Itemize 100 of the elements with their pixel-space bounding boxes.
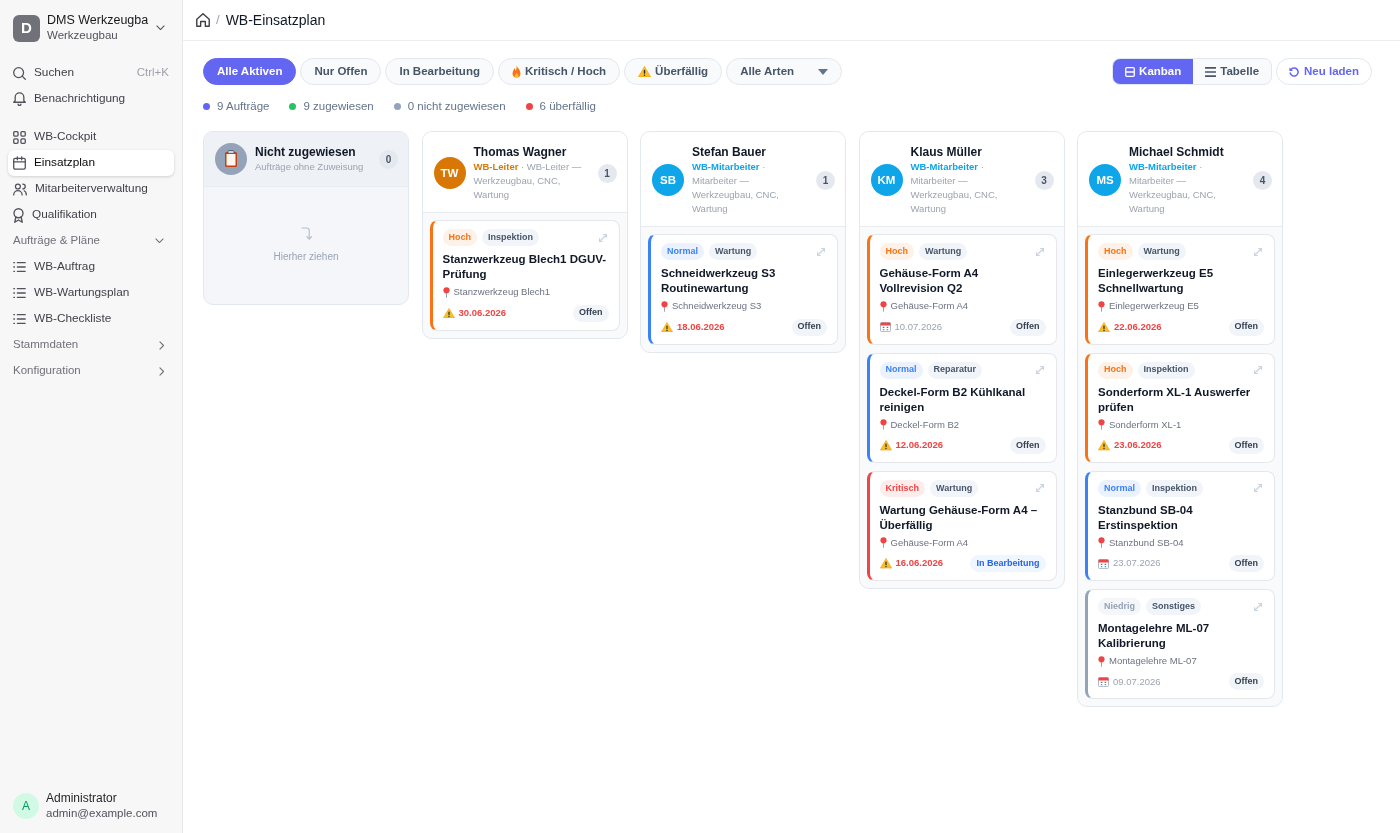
task-card[interactable]: Hoch Wartung Einlegerwerkzeug E5 Schnellwartung Einlegerwerkzeug E5 22.06.2026 Offen xyxy=(1085,234,1275,345)
home-icon[interactable] xyxy=(196,13,210,27)
person-name: Klaus Müller xyxy=(910,144,982,161)
pin-icon xyxy=(879,537,887,549)
search-button[interactable]: Suchen Ctrl+K xyxy=(8,60,174,86)
pin-icon xyxy=(879,300,887,312)
task-card[interactable]: Hoch Inspektion Stanzwerkzeug Blech1 DGUV-Prüfung Stanzwerkzeug Blech1 30.06.2026 Offen xyxy=(429,220,620,331)
initials-avatar: KM xyxy=(870,164,903,197)
nav-item[interactable]: WB-Checkliste xyxy=(8,306,174,332)
priority-badge: Hoch xyxy=(1098,361,1133,379)
panel-icon xyxy=(1125,66,1136,77)
list-icon xyxy=(13,314,26,324)
page-title: WB-Einsatzplan xyxy=(225,10,326,30)
person-name: Michael Schmidt xyxy=(1129,144,1224,161)
filter-chip[interactable]: Überfällig xyxy=(624,58,723,85)
task-title: Deckel-Form B2 Kühlkanal reinigen xyxy=(879,384,1027,415)
location-text: Sonderform XL-1 xyxy=(1109,417,1182,432)
nav-group[interactable]: Aufträge & Pläne xyxy=(8,228,174,254)
filter-chip[interactable]: Nur Offen xyxy=(300,58,382,85)
stat-text: 9 Aufträge xyxy=(217,99,270,114)
search-icon xyxy=(13,66,26,80)
chevron-right-icon[interactable] xyxy=(158,340,164,350)
nav-item[interactable]: WB-Cockpit xyxy=(8,124,174,150)
type-badge: Sonstiges xyxy=(1146,598,1202,615)
count-badge: 3 xyxy=(1034,170,1054,190)
chevron-right-icon[interactable] xyxy=(158,366,164,376)
task-card[interactable]: Normal Wartung Schneidwerkzeug S3 Routinewartung Schneidwerkzeug S3 18.06.2026 Offen xyxy=(648,234,838,345)
nav-item[interactable]: WB-Auftrag xyxy=(8,254,174,280)
nav-group[interactable]: Konfiguration xyxy=(8,358,174,384)
filter-chip[interactable]: In Bearbeitung xyxy=(385,58,494,85)
task-card[interactable]: Hoch Inspektion Sonderform XL-1 Auswerfer prüfen Sonderform XL-1 23.06.2026 Offen xyxy=(1085,352,1275,463)
task-card[interactable]: Niedrig Sonstiges Montagelehre ML-07 Kalibrierung Montagelehre ML-07 09.07.2026 Offen xyxy=(1085,589,1275,700)
nav-item[interactable]: Qualifikation xyxy=(8,202,174,228)
type-badge: Wartung xyxy=(709,243,758,261)
task-card[interactable]: Normal Inspektion Stanzbund SB-04 Erstinspektion Stanzbund SB-04 23.07.2026 Offen xyxy=(1085,470,1275,581)
workspace-subtitle: Werkzeugbau xyxy=(47,28,118,43)
filter-chip[interactable]: Kritisch / Hoch xyxy=(497,58,621,85)
task-title: Stanzwerkzeug Blech1 DGUV-Prüfung xyxy=(442,252,608,283)
type-select[interactable]: Alle Arten xyxy=(726,58,843,85)
clipboard-icon xyxy=(215,143,247,176)
warning-icon xyxy=(1098,440,1110,451)
status-badge: Offen xyxy=(1228,555,1264,572)
type-badge: Inspektion xyxy=(482,229,539,247)
pin-icon xyxy=(879,419,887,431)
task-card[interactable]: Kritisch Wartung Wartung Gehäuse-Form A4 – Überfällig Gehäuse-Form A4 16.06.2026 In Bearbeitung xyxy=(866,470,1057,581)
status-badge: Offen xyxy=(1010,318,1046,336)
priority-badge: Hoch xyxy=(442,229,477,247)
person-name: Stefan Bauer xyxy=(692,144,767,161)
nav-item[interactable]: WB-Wartungsplan xyxy=(8,280,174,306)
expand-icon[interactable] xyxy=(1035,484,1044,493)
nav-group[interactable]: Stammdaten xyxy=(8,332,174,358)
notifications-button[interactable]: Benachrichtigung xyxy=(8,86,174,112)
expand-icon[interactable] xyxy=(598,233,607,242)
pin-icon xyxy=(1098,655,1105,667)
view-tab[interactable]: Tabelle xyxy=(1193,59,1272,84)
warning-icon xyxy=(1098,321,1110,333)
filter-chip[interactable]: Alle Aktiven xyxy=(203,58,297,85)
expand-icon[interactable] xyxy=(1035,366,1044,374)
nav-item[interactable]: Mitarbeiterverwaltung xyxy=(8,176,174,202)
chevron-down-icon[interactable] xyxy=(155,238,164,244)
task-card[interactable]: Normal Reparatur Deckel-Form B2 Kühlkanal reinigen Deckel-Form B2 12.06.2026 Offen xyxy=(866,352,1057,463)
calendar-icon xyxy=(13,156,26,170)
priority-badge: Normal xyxy=(661,243,704,261)
expand-icon[interactable] xyxy=(1254,366,1262,374)
type-badge: Wartung xyxy=(919,243,968,261)
nav-item[interactable]: Einsatzplan xyxy=(8,150,174,176)
reload-button[interactable]: Neu laden xyxy=(1276,58,1372,85)
priority-badge: Niedrig xyxy=(1098,598,1141,615)
expand-icon[interactable] xyxy=(1254,602,1262,611)
column-title: Nicht zugewiesen xyxy=(255,144,356,161)
task-card[interactable]: Hoch Wartung Gehäuse-Form A4 Vollrevision Q2 Gehäuse-Form A4 10.07.2026 Offen xyxy=(866,234,1057,345)
status-badge: In Bearbeitung xyxy=(970,555,1046,572)
view-tab[interactable]: Kanban xyxy=(1113,59,1194,84)
expand-icon[interactable] xyxy=(1254,247,1262,256)
role-text: WB-Mitarbeiter · Mitarbeiter — Werkzeugbau, CNC, Wartung xyxy=(910,160,999,217)
due-date: 22.06.2026 xyxy=(1114,319,1162,334)
stat-text: 9 zugewiesen xyxy=(303,99,374,114)
due-date: 23.06.2026 xyxy=(1114,438,1162,453)
expand-icon[interactable] xyxy=(1035,247,1044,256)
award-icon xyxy=(13,207,24,223)
warning-icon xyxy=(661,321,673,333)
initials-avatar: TW xyxy=(433,157,466,190)
location-text: Stanzwerkzeug Blech1 xyxy=(453,285,551,300)
task-title: Einlegerwerkzeug E5 Schnellwartung xyxy=(1098,266,1215,297)
due-date: 18.06.2026 xyxy=(677,319,725,334)
pin-icon xyxy=(442,286,450,298)
expand-icon[interactable] xyxy=(1254,484,1262,493)
role-text: WB-Leiter · WB-Leiter — Werkzeugbau, CNC, Wartung xyxy=(473,160,583,203)
drop-hint: Hierher ziehen xyxy=(273,250,339,265)
location-text: Gehäuse-Form A4 xyxy=(890,299,969,314)
calendar-icon xyxy=(879,322,891,332)
type-badge: Reparatur xyxy=(927,361,983,379)
chevron-down-icon[interactable] xyxy=(156,25,165,31)
status-badge: Offen xyxy=(1228,673,1264,691)
user-avatar: A xyxy=(13,792,39,819)
location-text: Stanzbund SB-04 xyxy=(1109,535,1184,550)
task-title: Sonderform XL-1 Auswerfer prüfen xyxy=(1098,384,1252,415)
location-text: Einlegerwerkzeug E5 xyxy=(1109,299,1199,314)
expand-icon[interactable] xyxy=(817,247,825,256)
initials-avatar: MS xyxy=(1089,164,1121,197)
